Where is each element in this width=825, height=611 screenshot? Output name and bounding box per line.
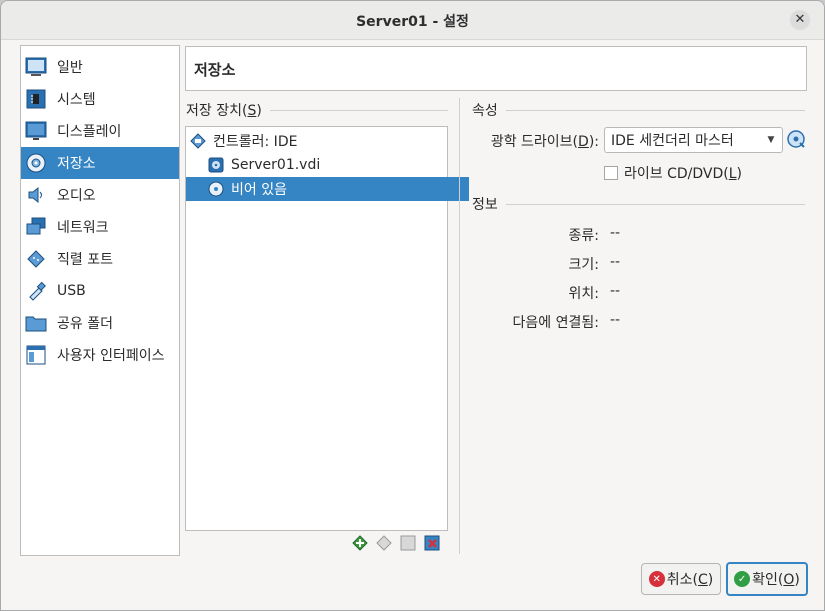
sidebar-item-user-interface[interactable]: 사용자 인터페이스 xyxy=(21,339,179,371)
choose-disk-icon[interactable] xyxy=(786,129,806,153)
sidebar-item-label: USB xyxy=(57,283,86,299)
panel-separator xyxy=(459,98,460,554)
sidebar-item-label: 공유 폴더 xyxy=(57,316,113,332)
info-size-label: 크기: xyxy=(568,257,599,273)
shared-folder-icon xyxy=(25,312,47,334)
close-button[interactable]: ✕ xyxy=(790,10,810,30)
tree-item-optical[interactable]: 비어 있음 xyxy=(186,177,469,201)
tree-item-label: 컨트롤러: IDE xyxy=(213,134,298,150)
storage-icon xyxy=(25,152,47,174)
sidebar-item-usb[interactable]: USB xyxy=(21,275,179,307)
sidebar-item-label: 사용자 인터페이스 xyxy=(57,348,165,364)
cancel-icon: ✕ xyxy=(648,571,665,587)
page-title: 저장소 xyxy=(194,61,236,79)
remove-attachment-icon[interactable] xyxy=(399,534,417,552)
storage-tree[interactable]: 컨트롤러: IDE Server01.vdi 비어 있음 xyxy=(185,126,469,531)
system-icon xyxy=(25,88,47,110)
page-title-box: 저장소 xyxy=(185,46,807,91)
cancel-button[interactable]: ✕ 취소(C) xyxy=(641,563,721,595)
optical-drive-select[interactable]: IDE 세컨더리 마스터 ▼ xyxy=(604,127,783,153)
display-icon xyxy=(25,120,47,142)
add-controller-icon[interactable] xyxy=(351,534,369,552)
divider xyxy=(505,109,805,111)
category-list: 일반 시스템 디스플레이 저장소 오디오 네트워크 직렬 포트 USB 공유 폴… xyxy=(20,45,180,556)
chevron-down-icon: ▼ xyxy=(767,135,775,145)
info-size-value: -- xyxy=(610,254,621,270)
add-attachment-icon[interactable] xyxy=(375,534,393,552)
optical-disc-icon xyxy=(208,181,224,197)
attributes-header: 속성 xyxy=(472,100,805,120)
general-icon xyxy=(25,56,47,78)
hard-disk-icon xyxy=(208,157,224,173)
tree-item-label: 비어 있음 xyxy=(231,182,287,198)
optical-drive-label: 광학 드라이브(D): xyxy=(490,134,599,150)
sidebar-item-general[interactable]: 일반 xyxy=(21,51,179,83)
remove-controller-icon[interactable] xyxy=(423,534,441,552)
window-title: Server01 - 설정 xyxy=(356,14,469,30)
usb-icon xyxy=(25,280,47,302)
storage-devices-header: 저장 장치(S) xyxy=(186,100,448,120)
audio-icon xyxy=(25,184,47,206)
check-icon: ✓ xyxy=(734,571,751,587)
sidebar-item-display[interactable]: 디스플레이 xyxy=(21,115,179,147)
sidebar-item-shared-folder[interactable]: 공유 폴더 xyxy=(21,307,179,339)
tree-item-label: Server01.vdi xyxy=(231,157,321,173)
settings-window: Server01 - 설정 ✕ 일반 시스템 디스플레이 저장소 오디오 네트워… xyxy=(0,0,825,611)
tree-item-controller[interactable]: 컨트롤러: IDE xyxy=(186,129,451,153)
info-attached-to-label: 다음에 연결됨: xyxy=(512,315,599,331)
ok-button[interactable]: ✓ 확인(O) xyxy=(726,562,808,596)
sidebar-item-audio[interactable]: 오디오 xyxy=(21,179,179,211)
sidebar-item-label: 저장소 xyxy=(57,156,96,172)
live-cd-checkbox[interactable] xyxy=(604,166,618,180)
storage-toolbar xyxy=(351,534,441,552)
controller-icon xyxy=(190,133,206,149)
sidebar-item-network[interactable]: 네트워크 xyxy=(21,211,179,243)
info-header: 정보 xyxy=(472,194,805,214)
sidebar-item-label: 오디오 xyxy=(57,188,96,204)
sidebar-item-label: 디스플레이 xyxy=(57,124,122,140)
sidebar-item-label: 시스템 xyxy=(57,92,96,108)
info-location-value: -- xyxy=(610,283,621,299)
info-type-value: -- xyxy=(610,225,621,241)
close-icon: ✕ xyxy=(794,12,806,27)
tree-item-disk[interactable]: Server01.vdi xyxy=(186,153,469,177)
sidebar-item-label: 직렬 포트 xyxy=(57,252,113,268)
user-interface-icon xyxy=(25,344,47,366)
info-attached-to-value: -- xyxy=(610,312,621,328)
sidebar-item-label: 네트워크 xyxy=(57,220,109,236)
serial-port-icon xyxy=(25,248,47,270)
live-cd-checkbox-row[interactable]: 라이브 CD/DVD(L) xyxy=(604,163,742,183)
network-icon xyxy=(25,216,47,238)
optical-drive-value: IDE 세컨더리 마스터 xyxy=(611,133,734,149)
divider xyxy=(269,109,448,111)
title-bar: Server01 - 설정 ✕ xyxy=(1,1,824,40)
sidebar-item-serial-port[interactable]: 직렬 포트 xyxy=(21,243,179,275)
divider xyxy=(505,203,805,205)
info-location-label: 위치: xyxy=(568,286,599,302)
sidebar-item-storage[interactable]: 저장소 xyxy=(21,147,179,179)
info-type-label: 종류: xyxy=(568,228,599,244)
live-cd-label: 라이브 CD/DVD(L) xyxy=(624,166,742,182)
sidebar-item-label: 일반 xyxy=(57,60,83,76)
sidebar-item-system[interactable]: 시스템 xyxy=(21,83,179,115)
